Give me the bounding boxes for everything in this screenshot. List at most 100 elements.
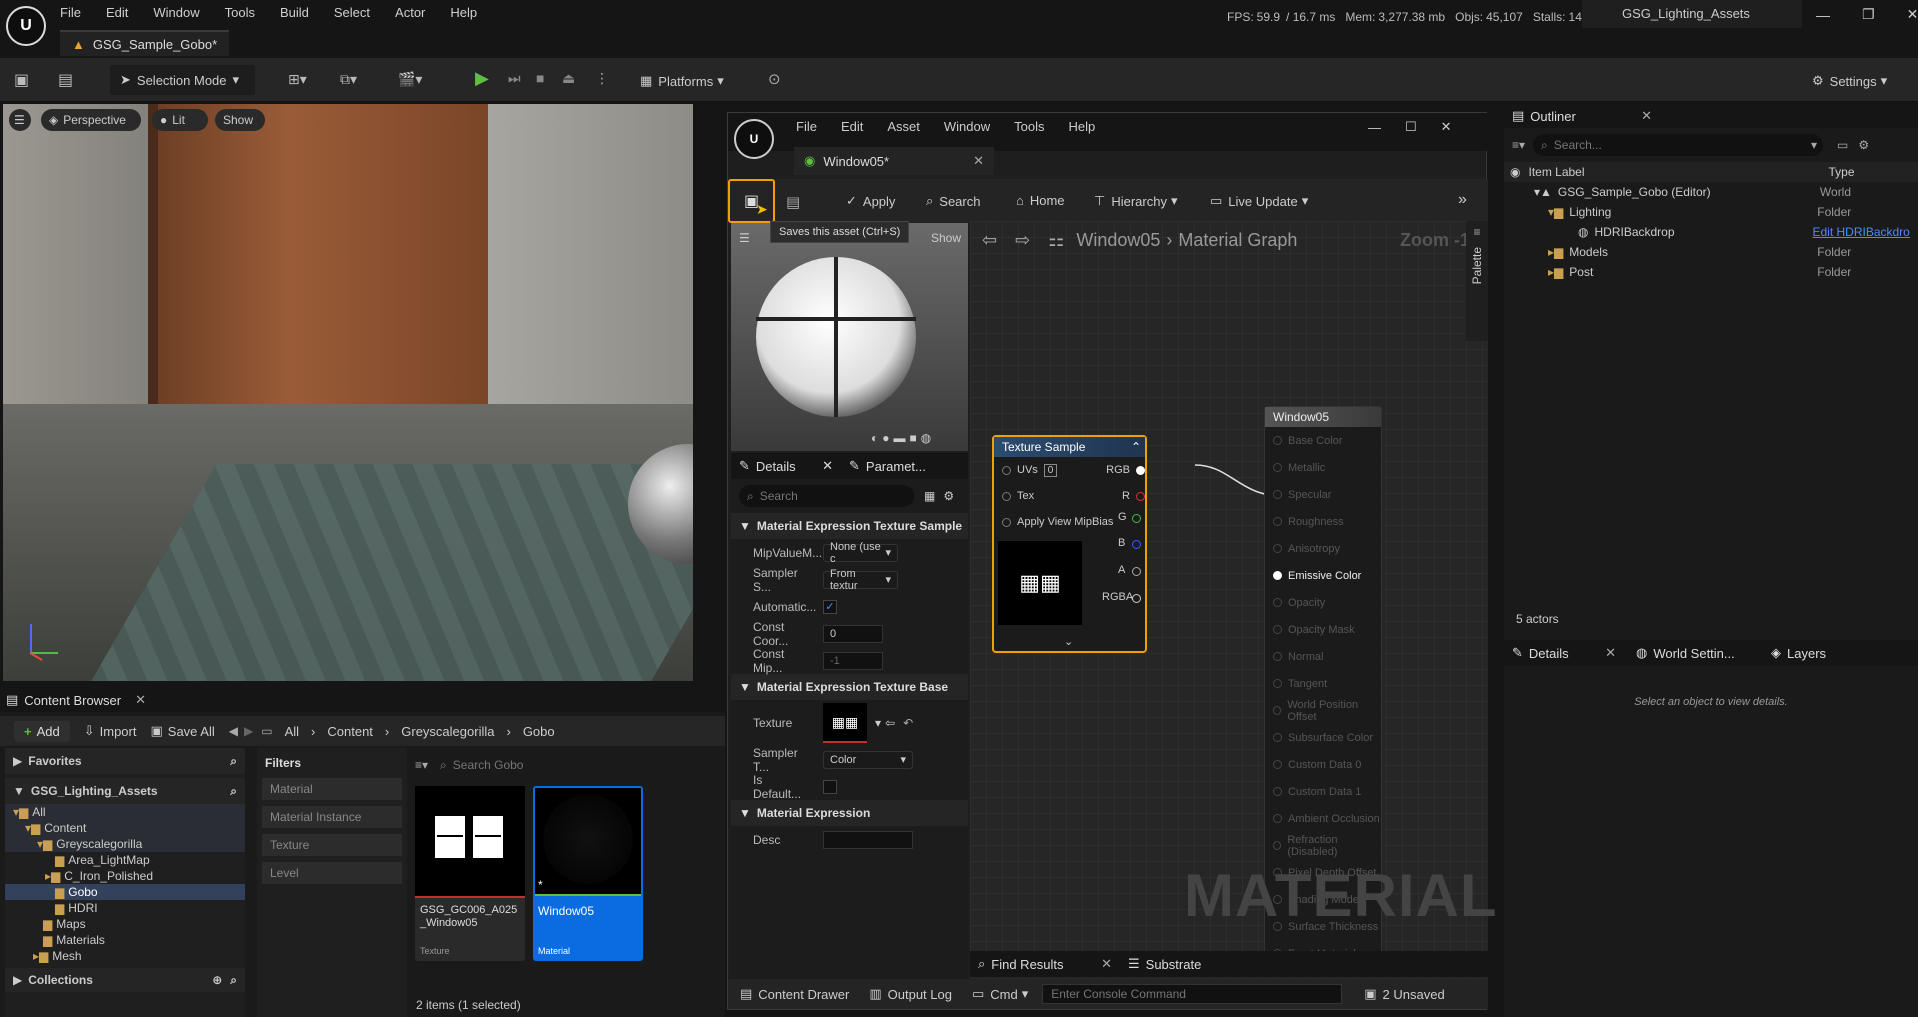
maximize-icon[interactable]: ❐: [1862, 6, 1875, 23]
sphere-icon[interactable]: ●: [882, 431, 889, 445]
settings-button[interactable]: ⚙ Settings ▾: [1812, 73, 1887, 89]
r-output-pin[interactable]: [1136, 491, 1145, 501]
outliner-search-input[interactable]: [1553, 138, 1804, 152]
menu-window[interactable]: Window: [944, 119, 990, 134]
material-graph[interactable]: ⇦ ⇨ ⚏ Window05 › Material Graph Zoom -1 …: [970, 221, 1497, 983]
pin-tangent[interactable]: Tangent: [1265, 670, 1381, 697]
more-icon[interactable]: ⋮: [595, 70, 609, 87]
add-actor-icon[interactable]: ⊞▾: [288, 71, 307, 88]
selection-mode-button[interactable]: ➤ Selection Mode ▾: [110, 65, 255, 95]
pin-opacity[interactable]: Opacity: [1265, 589, 1381, 616]
outliner-row-models[interactable]: ▸▆ Models Folder: [1504, 242, 1918, 262]
filter-material-instance[interactable]: Material Instance: [262, 806, 402, 828]
pin-world-position-offset[interactable]: World Position Offset: [1265, 697, 1381, 724]
unreal-logo[interactable]: U: [734, 119, 774, 159]
lit-button[interactable]: ● Lit: [152, 109, 208, 131]
menu-actor[interactable]: Actor: [395, 5, 425, 20]
add-collection-icon[interactable]: ⊕: [212, 973, 222, 987]
edit-hdribackdrop-link[interactable]: Edit HDRIBackdro: [1812, 225, 1909, 239]
col-item-label[interactable]: Item Label: [1528, 165, 1828, 179]
unreal-logo[interactable]: U: [6, 6, 46, 46]
substrate-tab[interactable]: ☰ Substrate: [1120, 956, 1201, 972]
details-tab[interactable]: ✎ Details ✕: [731, 458, 841, 474]
preview-show-button[interactable]: Show: [931, 231, 961, 245]
pin-emissive-color[interactable]: Emissive Color: [1265, 562, 1381, 589]
menu-edit[interactable]: Edit: [106, 5, 128, 20]
sampler-type-dropdown[interactable]: Color ▾: [823, 750, 913, 769]
perspective-button[interactable]: ◈ Perspective: [41, 109, 141, 131]
pin-subsurface-color[interactable]: Subsurface Color: [1265, 724, 1381, 751]
save-all-button[interactable]: ▣ Save All: [150, 723, 214, 739]
menu-tools[interactable]: Tools: [1014, 119, 1044, 134]
play-icon[interactable]: ▶: [475, 68, 489, 89]
show-button[interactable]: Show: [215, 109, 265, 131]
hierarchy-button[interactable]: ⊤ Hierarchy ▾: [1094, 193, 1177, 209]
close-icon[interactable]: ✕: [1907, 6, 1918, 23]
pin-opacity-mask[interactable]: Opacity Mask: [1265, 616, 1381, 643]
filter-texture[interactable]: Texture: [262, 834, 402, 856]
search-button[interactable]: ⌕ Search: [926, 193, 980, 209]
asset-tile-texture[interactable]: GSG_GC006_A025_Window05 Texture: [415, 786, 525, 961]
close-icon[interactable]: ✕: [1605, 645, 1616, 661]
teapot-icon[interactable]: ◍: [921, 431, 931, 445]
cube-icon[interactable]: ■: [910, 431, 917, 445]
home-button[interactable]: ⌂ Home: [1016, 193, 1065, 208]
menu-window[interactable]: Window: [153, 5, 199, 20]
section-material-expression[interactable]: ▼ Material Expression: [731, 800, 968, 826]
const-mip-field[interactable]: -1: [823, 651, 883, 670]
tree-item-area-lightmap[interactable]: ▆ Area_LightMap: [5, 852, 245, 868]
close-icon[interactable]: ✕: [822, 458, 833, 474]
breadcrumb-gobo[interactable]: Gobo: [523, 724, 555, 739]
tree-item-hdri[interactable]: ▆ HDRI: [5, 900, 245, 916]
search-icon[interactable]: ⌕: [230, 784, 237, 799]
favorites-header[interactable]: ▶ Favorites ⌕: [5, 748, 245, 774]
outliner-row-hdribackdrop[interactable]: ◍ HDRIBackdrop Edit HDRIBackdro: [1504, 222, 1918, 242]
gear-icon[interactable]: ⚙: [943, 489, 954, 503]
outliner-row-world[interactable]: ▾▲ GSG_Sample_Gobo (Editor) World: [1504, 182, 1918, 202]
chevron-down-icon[interactable]: ▾: [1811, 138, 1817, 152]
b-output-pin[interactable]: [1132, 540, 1141, 549]
pin-base-color[interactable]: Base Color: [1265, 427, 1381, 454]
viewport-menu-icon[interactable]: ☰: [739, 231, 750, 245]
import-button[interactable]: ⇩ Import: [84, 723, 137, 739]
viewport-menu-icon[interactable]: ☰: [9, 109, 31, 131]
filter-icon[interactable]: ≡▾: [1512, 138, 1525, 152]
tree-item-maps[interactable]: ▆ Maps: [5, 916, 245, 932]
plane-icon[interactable]: ▬: [894, 431, 906, 445]
browse-icon[interactable]: ▤: [58, 70, 73, 90]
tree-item-mesh[interactable]: ▸▆ Mesh: [5, 948, 245, 964]
chevron-down-icon[interactable]: ▾: [875, 716, 881, 730]
level-tab[interactable]: ▲ GSG_Sample_Gobo*: [60, 30, 230, 56]
unsaved-indicator[interactable]: ▣ 2 Unsaved: [1364, 986, 1444, 1002]
close-icon[interactable]: ✕: [1101, 956, 1112, 972]
sampler-source-dropdown[interactable]: From textur ▾: [823, 568, 898, 592]
details-tab-main[interactable]: ✎ Details ✕: [1504, 645, 1624, 661]
a-output-pin[interactable]: [1132, 567, 1141, 576]
breadcrumb-greyscalegorilla[interactable]: Greyscalegorilla: [401, 724, 494, 739]
collections-header[interactable]: ▶ Collections ⊕ ⌕: [5, 968, 245, 992]
pin-roughness[interactable]: Roughness: [1265, 508, 1381, 535]
tree-item-materials[interactable]: ▆ Materials: [5, 932, 245, 948]
tree-item-content[interactable]: ▾▆ Content: [5, 820, 245, 836]
pin-refraction[interactable]: Refraction (Disabled): [1265, 832, 1381, 859]
tree-item-gobo[interactable]: ▆ Gobo: [5, 884, 245, 900]
outliner-row-post[interactable]: ▸▆ Post Folder: [1504, 262, 1918, 282]
content-drawer-button[interactable]: ▤ Content Drawer: [740, 986, 849, 1002]
pin-anisotropy[interactable]: Anisotropy: [1265, 535, 1381, 562]
add-button[interactable]: + Add: [14, 720, 70, 742]
table-icon[interactable]: ▦: [924, 489, 935, 503]
desc-field[interactable]: [823, 830, 913, 849]
step-icon[interactable]: ⏭: [508, 70, 521, 87]
section-texture-base[interactable]: ▼ Material Expression Texture Base: [731, 674, 968, 700]
tree-item-greyscalegorilla[interactable]: ▾▆ Greyscalegorilla: [5, 836, 245, 852]
cmd-dropdown[interactable]: ▭ Cmd ▾: [972, 986, 1028, 1002]
material-preview[interactable]: ☰ Show ◐ ● ▬ ■ ◍: [731, 223, 968, 451]
output-log-button[interactable]: ▥ Output Log: [869, 986, 952, 1002]
minimize-icon[interactable]: —: [1816, 7, 1830, 23]
outliner-tab[interactable]: ▤ Outliner ✕: [1512, 108, 1652, 124]
cylinder-icon[interactable]: ◐: [871, 431, 878, 445]
pin-specular[interactable]: Specular: [1265, 481, 1381, 508]
pin-custom-data-1[interactable]: Custom Data 1: [1265, 778, 1381, 805]
reset-icon[interactable]: ↶: [903, 716, 913, 730]
browse-icon[interactable]: ▤: [786, 193, 800, 211]
